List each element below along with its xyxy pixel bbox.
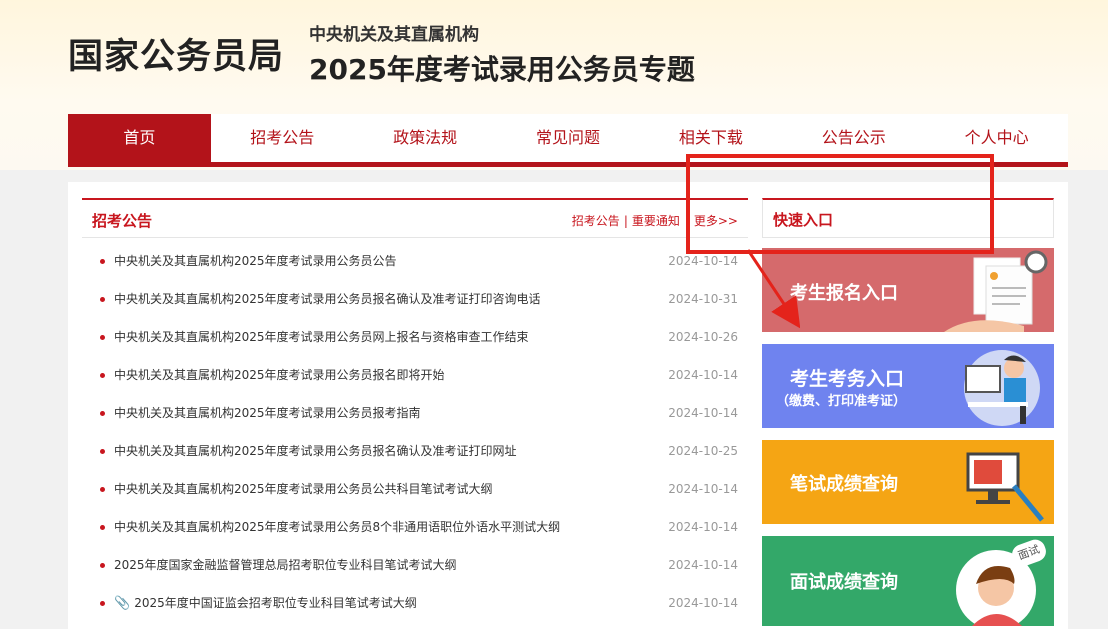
news-link-important[interactable]: 重要通知 [632,214,680,228]
news-item-date: 2024-10-31 [668,292,738,306]
site-logo[interactable]: 国家公务员局 [68,28,284,79]
news-item-date: 2024-10-14 [668,520,738,534]
bullet-icon [100,373,105,378]
nav-personal-center[interactable]: 个人中心 [925,114,1068,162]
document-form-icon [944,250,1048,332]
list-item: 中央机关及其直属机构2025年度考试录用公务员报名确认及准考证打印咨询电话 202… [82,280,748,318]
news-item-date: 2024-10-14 [668,482,738,496]
nav-announcements[interactable]: 公告公示 [782,114,925,162]
news-item-date: 2024-10-14 [668,368,738,382]
news-header: 招考公告 招考公告 | 重要通知 更多>> [82,198,748,238]
bullet-icon [100,411,105,416]
nav-home[interactable]: 首页 [68,114,211,162]
list-item: 中央机关及其直属机构2025年度考试录用公务员报考指南 2024-10-14 [82,394,748,432]
news-item-date: 2024-10-25 [668,444,738,458]
exam-affairs-entry-label: 考生考务入口 [790,368,905,390]
list-item: 📎 2025年度中国证监会招考职位专业科目笔试考试大纲 2024-10-14 [82,584,748,622]
news-list: 中央机关及其直属机构2025年度考试录用公务员公告 2024-10-14 中央机关… [82,242,748,622]
news-item-link[interactable]: 中央机关及其直属机构2025年度考试录用公务员公共科目笔试考试大纲 [114,482,493,496]
quick-entry-panel: 快速入口 考生报名入口 考生考务入口 （缴费、打印准考证） 笔试成绩查询 面试成… [762,198,1054,626]
list-item: 中央机关及其直属机构2025年度考试录用公务员公共科目笔试考试大纲 2024-10… [82,470,748,508]
news-item-link[interactable]: 中央机关及其直属机构2025年度考试录用公务员8个非通用语职位外语水平测试大纲 [114,520,560,534]
list-item: 中央机关及其直属机构2025年度考试录用公务员报名即将开始 2024-10-14 [82,356,748,394]
bullet-icon [100,487,105,492]
quick-entry-title: 快速入口 [762,198,1054,238]
news-item-date: 2024-10-14 [668,596,738,610]
news-item-link[interactable]: 2025年度国家金融监督管理总局招考职位专业科目笔试考试大纲 [114,558,457,572]
bullet-icon [100,563,105,568]
news-more-link[interactable]: 更多>> [694,214,738,228]
main-nav: 首页 招考公告 政策法规 常见问题 相关下载 公告公示 个人中心 [68,114,1068,167]
list-item: 2025年度国家金融监督管理总局招考职位专业科目笔试考试大纲 2024-10-14 [82,546,748,584]
person-at-computer-icon [964,350,1040,426]
nav-policies[interactable]: 政策法规 [354,114,497,162]
exam-affairs-entry-sublabel: （缴费、打印准考证） [776,394,907,409]
list-item: 中央机关及其直属机构2025年度考试录用公务员报名确认及准考证打印网址 2024-… [82,432,748,470]
news-item-link[interactable]: 2025年度中国证监会招考职位专业科目笔试考试大纲 [134,596,417,610]
written-score-query-label: 笔试成绩查询 [790,474,898,495]
bullet-icon [100,525,105,530]
registration-entry-button[interactable]: 考生报名入口 [762,248,1054,332]
bullet-icon [100,449,105,454]
news-panel: 招考公告 招考公告 | 重要通知 更多>> 中央机关及其直属机构2025年度考试录用公… [82,198,748,629]
content-panel: 招考公告 招考公告 | 重要通知 更多>> 中央机关及其直属机构2025年度考试录用公… [68,182,1068,629]
list-item: 中央机关及其直属机构2025年度考试录用公务员8个非通用语职位外语水平测试大纲 2… [82,508,748,546]
news-item-link[interactable]: 中央机关及其直属机构2025年度考试录用公务员报名确认及准考证打印网址 [114,444,517,458]
news-item-date: 2024-10-26 [668,330,738,344]
news-item-date: 2024-10-14 [668,558,738,572]
news-item-date: 2024-10-14 [668,254,738,268]
news-item-link[interactable]: 中央机关及其直属机构2025年度考试录用公务员报名确认及准考证打印咨询电话 [114,292,541,306]
nav-recruit-notices[interactable]: 招考公告 [211,114,354,162]
bullet-icon [100,335,105,340]
written-score-query-button[interactable]: 笔试成绩查询 [762,440,1054,524]
page-subtitle: 中央机关及其直属机构 [309,25,479,45]
interview-score-query-label: 面试成绩查询 [790,572,898,593]
paperclip-icon: 📎 [114,596,131,611]
news-item-link[interactable]: 中央机关及其直属机构2025年度考试录用公务员报考指南 [114,406,421,420]
annotation-arrow-icon [746,249,800,329]
registration-entry-label: 考生报名入口 [790,283,898,304]
news-links: 招考公告 | 重要通知 更多>> [572,212,738,229]
interview-score-query-button[interactable]: 面试成绩查询 面试 [762,536,1054,626]
nav-downloads[interactable]: 相关下载 [639,114,782,162]
news-item-link[interactable]: 中央机关及其直属机构2025年度考试录用公务员网上报名与资格审查工作结束 [114,330,529,344]
bullet-icon [100,259,105,264]
bullet-icon [100,601,105,606]
computer-screen-icon [966,452,1044,522]
list-item: 中央机关及其直属机构2025年度考试录用公务员网上报名与资格审查工作结束 2024… [82,318,748,356]
news-item-link[interactable]: 中央机关及其直属机构2025年度考试录用公务员报名即将开始 [114,368,445,382]
nav-faq[interactable]: 常见问题 [497,114,640,162]
list-item: 中央机关及其直属机构2025年度考试录用公务员公告 2024-10-14 [82,242,748,280]
bullet-icon [100,297,105,302]
news-item-link[interactable]: 中央机关及其直属机构2025年度考试录用公务员公告 [114,254,397,268]
page-title: 2025年度考试录用公务员专题 [309,53,695,86]
news-link-separator: | [623,214,628,228]
news-link-recruit[interactable]: 招考公告 [572,214,620,228]
exam-affairs-entry-button[interactable]: 考生考务入口 （缴费、打印准考证） [762,344,1054,428]
news-title: 招考公告 [92,212,153,230]
news-item-date: 2024-10-14 [668,406,738,420]
